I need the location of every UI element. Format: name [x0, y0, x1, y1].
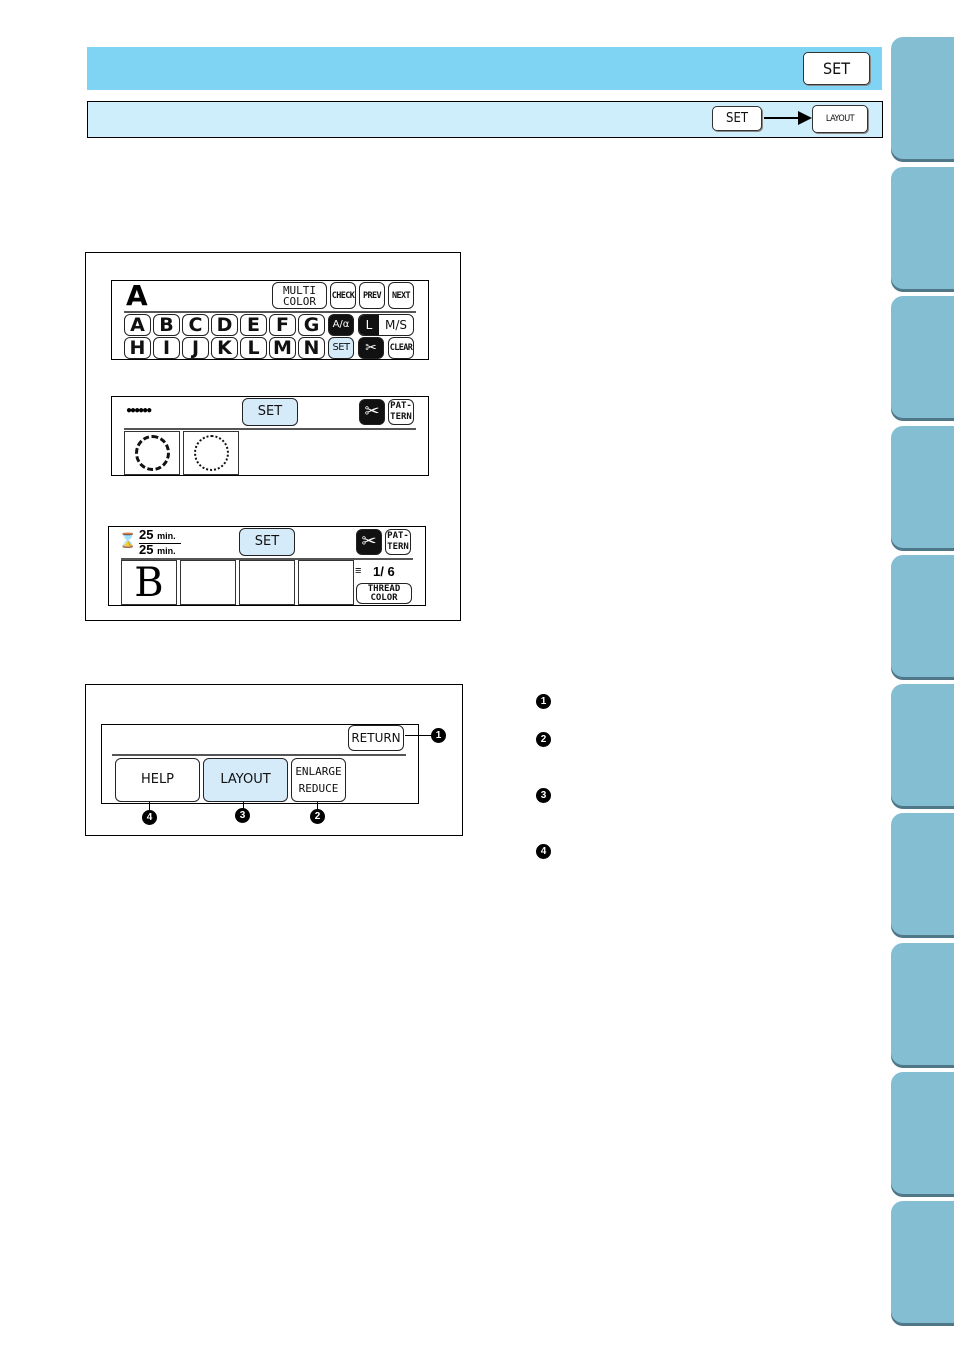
preview-letter: B: [134, 560, 164, 606]
thread-count: 1/ 6: [373, 564, 395, 579]
layout-button-path[interactable]: LAYOUT: [812, 105, 868, 133]
dashed-circle-icon: [135, 435, 170, 471]
prev-button[interactable]: PREV: [359, 282, 385, 309]
side-tab-6[interactable]: [891, 684, 954, 806]
letter-key-a[interactable]: A: [124, 314, 151, 336]
lcd-screen-sewing: ⌛ 25 min. 25 min. SET ✂ PAT- TERN B ≡ 1/…: [108, 526, 426, 606]
divider: [124, 428, 416, 430]
pattern-label-2: TERN: [387, 542, 409, 552]
letter-key-l[interactable]: L: [240, 337, 267, 359]
set-button-screen3[interactable]: SET: [239, 528, 295, 556]
side-tab-4[interactable]: [891, 426, 954, 548]
legend-marker-1: 1: [536, 694, 551, 709]
multi-color-label-2: COLOR: [282, 295, 317, 308]
set-button-header[interactable]: SET: [803, 52, 870, 85]
hourglass-icon: ⌛: [119, 532, 137, 548]
callout-3: 3: [235, 808, 250, 823]
set-button-screen1[interactable]: SET: [328, 337, 354, 359]
case-toggle-button[interactable]: A/α: [328, 314, 354, 336]
pattern-thumb-dashed-circle[interactable]: [124, 431, 180, 475]
pattern-button[interactable]: PAT- TERN: [388, 399, 414, 425]
letter-key-c[interactable]: C: [182, 314, 209, 336]
divider: [124, 311, 416, 313]
size-toggle-button[interactable]: L M/S: [358, 314, 414, 336]
set-button-screen2[interactable]: SET: [242, 398, 298, 426]
divider: [112, 754, 406, 756]
side-tab-5[interactable]: [891, 555, 954, 677]
letter-key-h[interactable]: H: [124, 337, 151, 359]
callout-line-1: [405, 735, 432, 736]
letter-key-e[interactable]: E: [240, 314, 267, 336]
pattern-label-1: PAT-: [387, 531, 409, 541]
section-header-bar: [87, 47, 882, 90]
enlarge-reduce-button[interactable]: ENLARGE REDUCE: [291, 758, 346, 802]
pattern-thumb-dotted-circle[interactable]: [183, 431, 239, 475]
legend-marker-2: 2: [536, 732, 551, 747]
letter-key-g[interactable]: G: [298, 314, 325, 336]
time-total: 25 min.: [139, 542, 176, 557]
pattern-button[interactable]: PAT- TERN: [385, 529, 411, 555]
layout-button[interactable]: LAYOUT: [203, 758, 288, 802]
callout-1: 1: [431, 728, 446, 743]
color-section-thumb-2: [239, 560, 295, 605]
lcd-screen-layout-menu: RETURN HELP LAYOUT ENLARGE REDUCE: [101, 724, 419, 804]
thread-spool-icon: ≡: [355, 565, 362, 577]
letter-key-j[interactable]: J: [182, 337, 209, 359]
letter-key-b[interactable]: B: [153, 314, 180, 336]
side-tab-7[interactable]: [891, 813, 954, 935]
size-ms-label: M/S: [384, 318, 407, 332]
callout-line-4: [149, 802, 150, 810]
right-arrow-icon: [764, 111, 812, 125]
color-section-thumb-3: [298, 560, 354, 605]
side-tab-9[interactable]: [891, 1072, 954, 1194]
side-tab-8[interactable]: [891, 943, 954, 1065]
letter-key-i[interactable]: I: [153, 337, 180, 359]
pattern-label-2: TERN: [390, 412, 412, 422]
help-button[interactable]: HELP: [115, 758, 200, 802]
dotted-circle-icon: [194, 435, 229, 471]
preview-dots: ●●●●●●: [126, 405, 152, 416]
preview-letter-box: B: [121, 560, 177, 605]
clear-button[interactable]: CLEAR: [388, 337, 414, 359]
check-button[interactable]: CHECK: [330, 282, 356, 309]
letter-key-f[interactable]: F: [269, 314, 296, 336]
legend-marker-3: 3: [536, 788, 551, 803]
thread-color-label-2: COLOR: [370, 593, 398, 603]
thread-color-button[interactable]: THREAD COLOR: [356, 583, 412, 604]
callout-2: 2: [310, 809, 325, 824]
pattern-label-1: PAT-: [390, 401, 412, 411]
lcd-screen-letter-select: A MULTI COLOR CHECK PREV NEXT A B C D E …: [111, 280, 429, 360]
scissors-icon[interactable]: ✂: [358, 337, 384, 359]
multi-color-button[interactable]: MULTI COLOR: [272, 282, 327, 309]
scissors-icon[interactable]: ✂: [356, 529, 382, 555]
scissors-icon[interactable]: ✂: [359, 399, 385, 425]
navigation-path-bar: [87, 101, 883, 138]
letter-key-d[interactable]: D: [211, 314, 238, 336]
callout-4: 4: [142, 810, 157, 825]
size-l-label: L: [359, 315, 379, 335]
selected-letter-display: A: [126, 279, 148, 312]
letter-key-k[interactable]: K: [211, 337, 238, 359]
reduce-label: REDUCE: [298, 782, 339, 795]
side-tab-2[interactable]: [891, 167, 954, 289]
color-section-thumb-1: [180, 560, 236, 605]
letter-key-n[interactable]: N: [298, 337, 325, 359]
side-tab-1[interactable]: [891, 37, 954, 159]
side-tab-10[interactable]: [891, 1201, 954, 1323]
set-button-path[interactable]: SET: [712, 106, 762, 131]
enlarge-label: ENLARGE: [295, 765, 342, 778]
letter-key-m[interactable]: M: [269, 337, 296, 359]
side-tab-3[interactable]: [891, 296, 954, 418]
return-button[interactable]: RETURN: [348, 725, 404, 751]
lcd-screen-pattern-select: ●●●●●● SET ✂ PAT- TERN: [111, 396, 429, 476]
legend-marker-4: 4: [536, 844, 551, 859]
next-button[interactable]: NEXT: [388, 282, 414, 309]
